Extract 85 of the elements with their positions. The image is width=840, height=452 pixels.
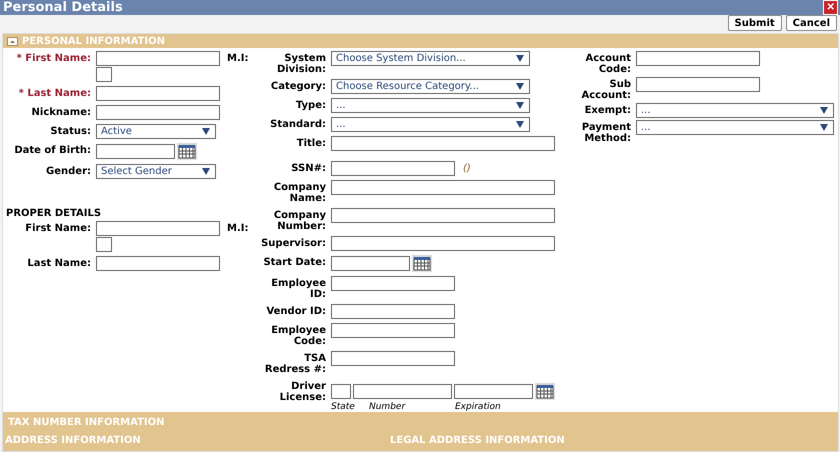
expiration-field[interactable]	[454, 384, 533, 399]
field-caption: Expiration	[455, 402, 501, 412]
field-label: Date of Birth:	[13, 144, 91, 156]
field-label: Company Name:	[272, 181, 326, 204]
field-label: Last Name:	[26, 257, 91, 269]
field-label: * Last Name:	[18, 87, 91, 99]
input-field[interactable]	[636, 77, 760, 92]
toolbar-button[interactable]: Cancel	[786, 15, 837, 31]
date-field[interactable]	[96, 144, 175, 159]
field-label: TSA Redress #:	[264, 352, 326, 375]
input-field[interactable]	[331, 208, 555, 223]
dropdown[interactable]: Select Gender	[96, 164, 216, 179]
format-hint: ()	[463, 163, 471, 174]
dropdown[interactable]: Choose System Division...	[331, 51, 530, 66]
field-label: Supervisor:	[261, 237, 326, 249]
input-field[interactable]	[96, 105, 220, 120]
calendar-icon[interactable]	[535, 383, 555, 400]
field-label: Gender:	[45, 165, 91, 177]
dropdown[interactable]: ...	[331, 117, 530, 132]
field-label: Company Number:	[272, 209, 326, 232]
input-field[interactable]	[96, 221, 220, 236]
input-field[interactable]	[96, 256, 220, 271]
caret-icon	[516, 121, 524, 128]
field-label: Nickname:	[30, 106, 91, 118]
field-label: Account Code:	[584, 52, 631, 75]
date-field[interactable]	[331, 256, 410, 271]
input-field[interactable]	[331, 351, 455, 366]
field-label: Exempt:	[584, 104, 631, 116]
window-title: Personal Details	[3, 0, 123, 15]
field-caption: Number	[369, 402, 407, 412]
input-field[interactable]	[96, 237, 112, 252]
dropdown[interactable]: ...	[636, 103, 834, 118]
input-field[interactable]	[96, 51, 220, 66]
field-label: * First Name:	[16, 52, 91, 64]
field-label: Category:	[270, 80, 326, 92]
field-label: Title:	[296, 137, 326, 149]
toolbar-button[interactable]: Submit	[728, 15, 782, 31]
section-title: ADDRESS INFORMATION	[5, 435, 142, 446]
number-field[interactable]	[353, 384, 452, 399]
caret-icon	[516, 55, 524, 62]
field-label: Employee ID:	[270, 277, 326, 300]
input-field[interactable]	[331, 323, 455, 338]
field-label: M.I:	[227, 52, 248, 64]
group-title: PROPER DETAILS	[5, 207, 102, 221]
input-field[interactable]	[331, 236, 555, 251]
field-label: Status:	[49, 125, 91, 137]
caret-icon	[820, 124, 828, 131]
field-label: First Name:	[24, 222, 91, 234]
calendar-icon[interactable]	[412, 255, 432, 272]
field-label: Sub Account:	[580, 78, 631, 101]
input-field[interactable]	[331, 304, 455, 319]
field-label: Standard:	[269, 118, 326, 130]
caret-icon	[202, 128, 210, 135]
field-label: Payment Method:	[580, 121, 631, 144]
section-title: PERSONAL INFORMATION	[22, 36, 165, 46]
section-title: LEGAL ADDRESS INFORMATION	[390, 435, 565, 446]
dropdown[interactable]: Choose Resource Category...	[331, 79, 530, 94]
field-label: Driver License:	[278, 380, 326, 403]
input-field[interactable]	[96, 86, 220, 101]
section-title: TAX NUMBER INFORMATION	[7, 417, 166, 428]
dropdown[interactable]: Active	[96, 124, 216, 139]
caret-icon	[516, 102, 524, 109]
field-label: SSN#:	[290, 162, 326, 174]
input-field[interactable]	[96, 67, 112, 82]
input-field[interactable]	[331, 180, 555, 195]
field-caption: State	[331, 402, 356, 412]
dropdown[interactable]: ...	[636, 120, 834, 135]
field-label: Start Date:	[262, 256, 326, 268]
input-field[interactable]	[331, 276, 455, 291]
caret-icon	[820, 107, 828, 114]
dropdown[interactable]: ...	[331, 98, 530, 113]
field-label: Employee Code:	[270, 324, 326, 347]
field-label: M.I:	[227, 222, 248, 234]
input-field[interactable]	[636, 51, 760, 66]
collapse-icon[interactable]	[7, 36, 18, 46]
field-label: Vendor ID:	[265, 305, 326, 317]
input-field[interactable]	[331, 136, 555, 151]
close-button[interactable]: ✕	[823, 0, 838, 15]
input-field[interactable]	[331, 161, 455, 176]
field-label: Type:	[294, 99, 326, 111]
caret-icon	[202, 168, 210, 175]
calendar-icon[interactable]	[177, 143, 197, 160]
caret-icon	[516, 83, 524, 90]
field-label: System Division:	[276, 52, 326, 75]
state-field[interactable]	[331, 384, 351, 399]
